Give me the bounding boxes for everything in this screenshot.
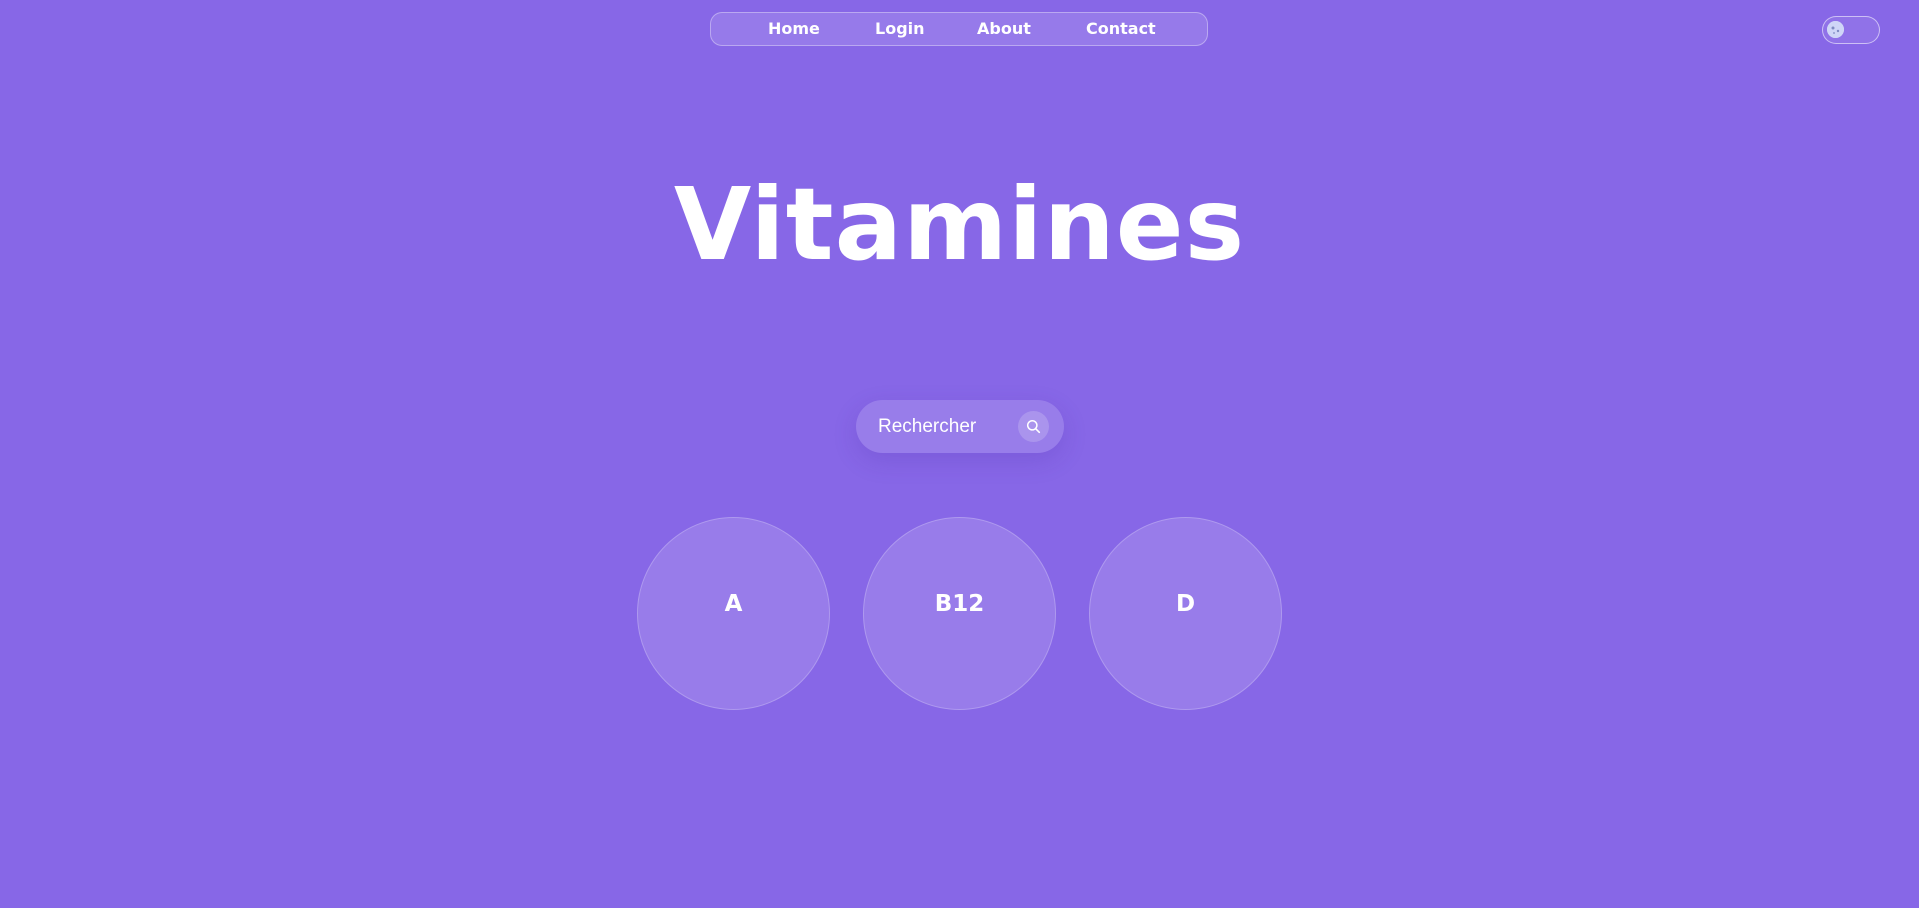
search-button[interactable]: [1018, 411, 1049, 442]
vitamin-label: B12: [934, 591, 985, 617]
page-title: Vitamines: [673, 166, 1246, 283]
nav-about-link[interactable]: About: [977, 13, 1031, 45]
search-icon: [1026, 419, 1041, 434]
vitamin-label: A: [724, 591, 743, 617]
nav-contact-link[interactable]: Contact: [1086, 13, 1156, 45]
nav-login-link[interactable]: Login: [875, 13, 925, 45]
vitamin-card-d[interactable]: D: [1089, 517, 1282, 710]
moon-face-icon: [1827, 21, 1844, 38]
page: Home Login About Contact Vitamines A B12: [0, 0, 1919, 908]
search-bar: [856, 400, 1064, 453]
vitamin-label: D: [1175, 591, 1196, 617]
vitamin-card-b12[interactable]: B12: [863, 517, 1056, 710]
vitamin-card-a[interactable]: A: [637, 517, 830, 710]
nav-home-link[interactable]: Home: [768, 13, 820, 45]
search-input[interactable]: [878, 400, 1018, 453]
theme-toggle[interactable]: [1822, 16, 1880, 44]
top-navigation: Home Login About Contact: [710, 12, 1208, 46]
